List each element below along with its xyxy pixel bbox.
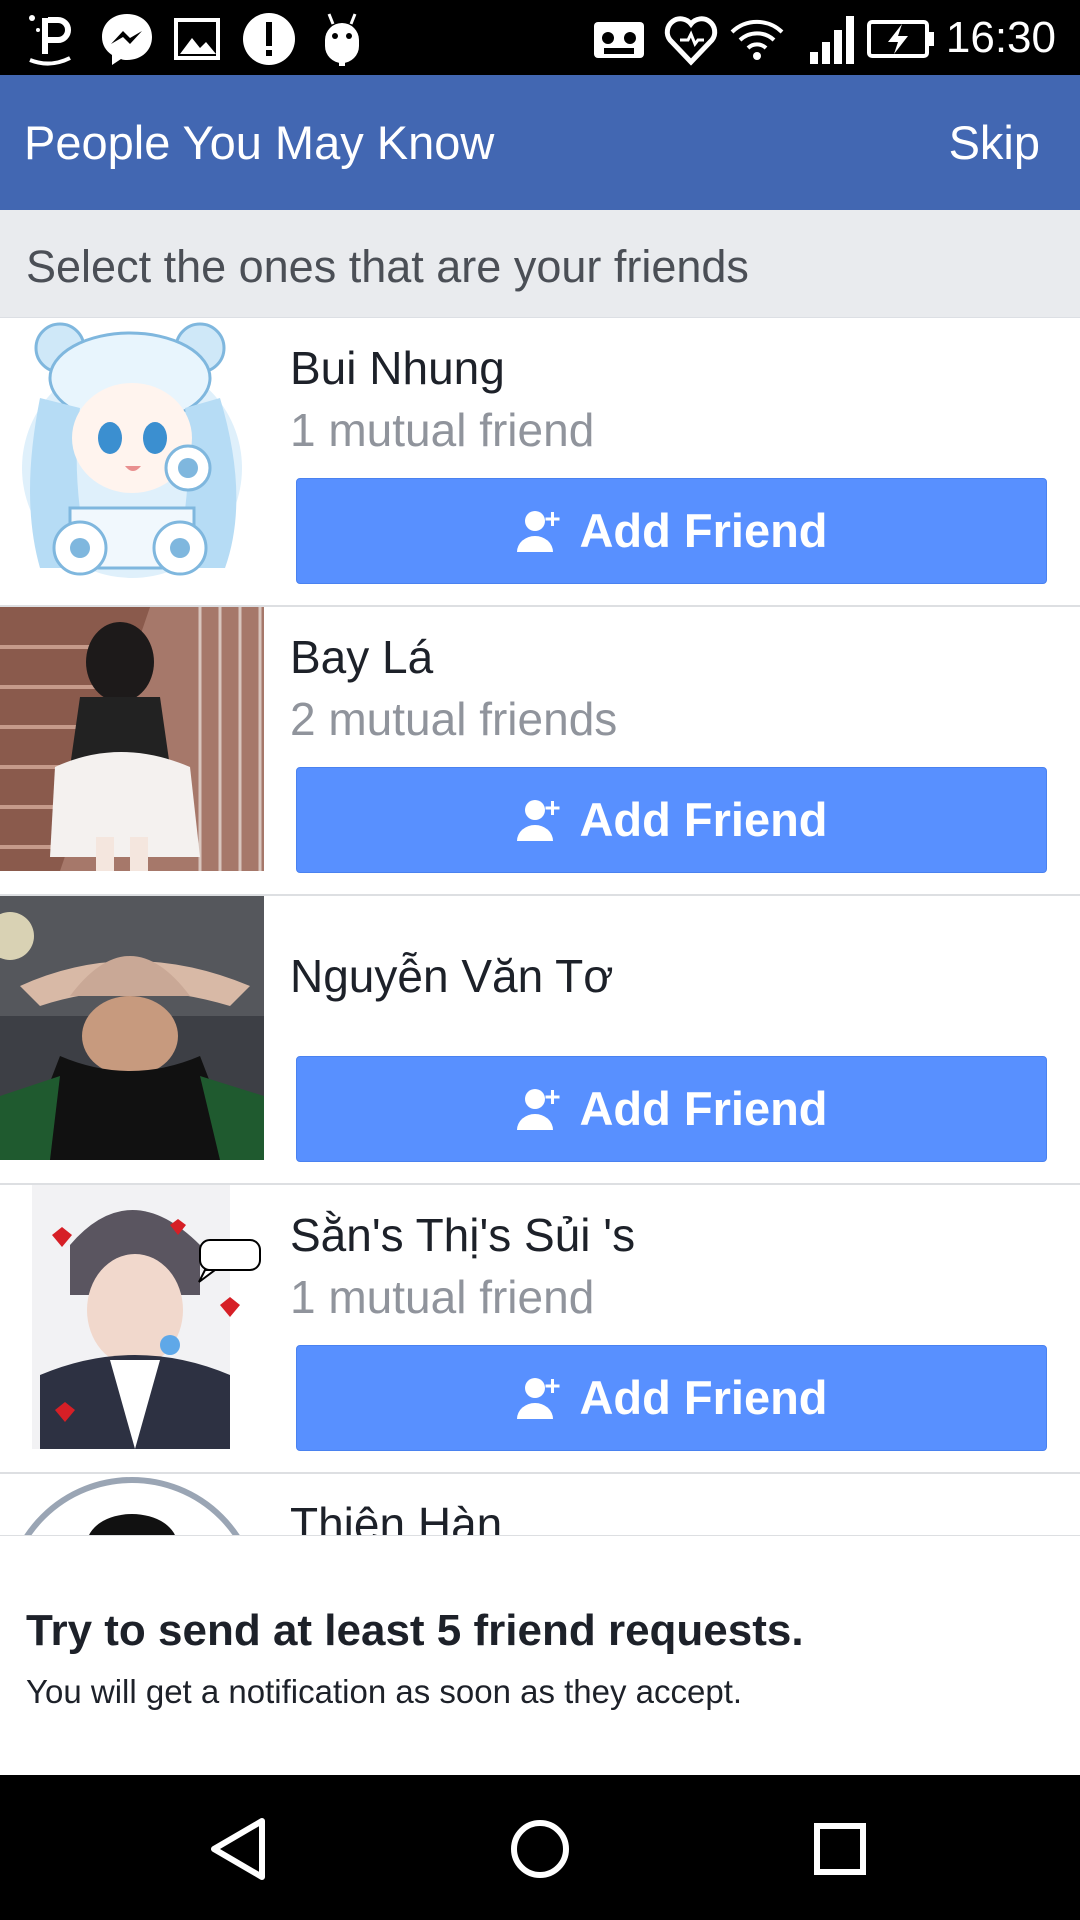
add-person-icon	[515, 1373, 565, 1423]
person-row: Sằn's Thị's Sủi 's 1 mutual friend Add F…	[0, 1185, 1080, 1474]
page-title: People You May Know	[24, 116, 495, 169]
person-row: Bui Nhung 1 mutual friend Add Friend	[0, 318, 1080, 607]
footer-headline: Try to send at least 5 friend requests.	[26, 1606, 804, 1655]
android-icon	[313, 10, 371, 68]
system-nav-bar	[0, 1775, 1080, 1920]
avatar[interactable]	[0, 607, 264, 871]
avatar[interactable]	[0, 318, 264, 582]
people-list[interactable]: Bui Nhung 1 mutual friend Add Friend Bay…	[0, 318, 1080, 1535]
add-friend-button[interactable]: Add Friend	[296, 478, 1047, 584]
mutual-friends: 1 mutual friend	[290, 1271, 595, 1323]
instructions-text: Select the ones that are your friends	[26, 241, 749, 292]
skip-button[interactable]: Skip	[949, 117, 1040, 169]
person-name[interactable]: Thiên Hàn	[290, 1498, 502, 1535]
add-friend-button[interactable]: Add Friend	[296, 1056, 1047, 1162]
alert-icon	[240, 10, 298, 68]
image-icon	[168, 10, 226, 68]
add-person-icon	[515, 506, 565, 556]
add-friend-label: Add Friend	[579, 1082, 828, 1135]
avatar[interactable]	[0, 1474, 264, 1535]
add-friend-label: Add Friend	[579, 1371, 828, 1424]
add-friend-label: Add Friend	[579, 504, 828, 557]
add-person-icon	[515, 1084, 565, 1134]
heart-icon	[662, 10, 720, 68]
person-row: Thiên Hàn	[0, 1474, 1080, 1535]
voicemail-icon	[590, 10, 648, 68]
add-friend-button[interactable]: Add Friend	[296, 767, 1047, 873]
footer-hint: Try to send at least 5 friend requests. …	[0, 1535, 1080, 1775]
person-name[interactable]: Bui Nhung	[290, 342, 505, 394]
avatar[interactable]	[0, 896, 264, 1160]
add-friend-button[interactable]: Add Friend	[296, 1345, 1047, 1451]
signal-icon	[806, 10, 864, 68]
avatar[interactable]	[0, 1185, 264, 1449]
person-row: Nguyễn Văn Tơ Add Friend	[0, 896, 1080, 1185]
wifi-icon	[728, 10, 786, 68]
person-name[interactable]: Sằn's Thị's Sủi 's	[290, 1209, 635, 1261]
person-row: Bay Lá 2 mutual friends Add Friend	[0, 607, 1080, 896]
mutual-friends: 2 mutual friends	[290, 693, 618, 745]
top-app-bar: People You May Know Skip	[0, 75, 1080, 210]
status-time: 16:30	[945, 13, 1056, 62]
footer-subtext: You will get a notification as soon as t…	[26, 1673, 743, 1710]
home-icon[interactable]	[500, 1809, 580, 1889]
person-name[interactable]: Nguyễn Văn Tơ	[290, 950, 613, 1002]
app-icon	[22, 10, 80, 68]
add-friend-label: Add Friend	[579, 793, 828, 846]
person-name[interactable]: Bay Lá	[290, 631, 433, 683]
mutual-friends: 1 mutual friend	[290, 404, 595, 456]
add-person-icon	[515, 795, 565, 845]
instructions-banner: Select the ones that are your friends	[0, 210, 1080, 318]
recents-icon[interactable]	[800, 1809, 880, 1889]
back-icon[interactable]	[200, 1809, 280, 1889]
messenger-icon	[98, 10, 156, 68]
status-bar: 16:30	[0, 0, 1080, 75]
battery-charging-icon	[866, 10, 936, 68]
